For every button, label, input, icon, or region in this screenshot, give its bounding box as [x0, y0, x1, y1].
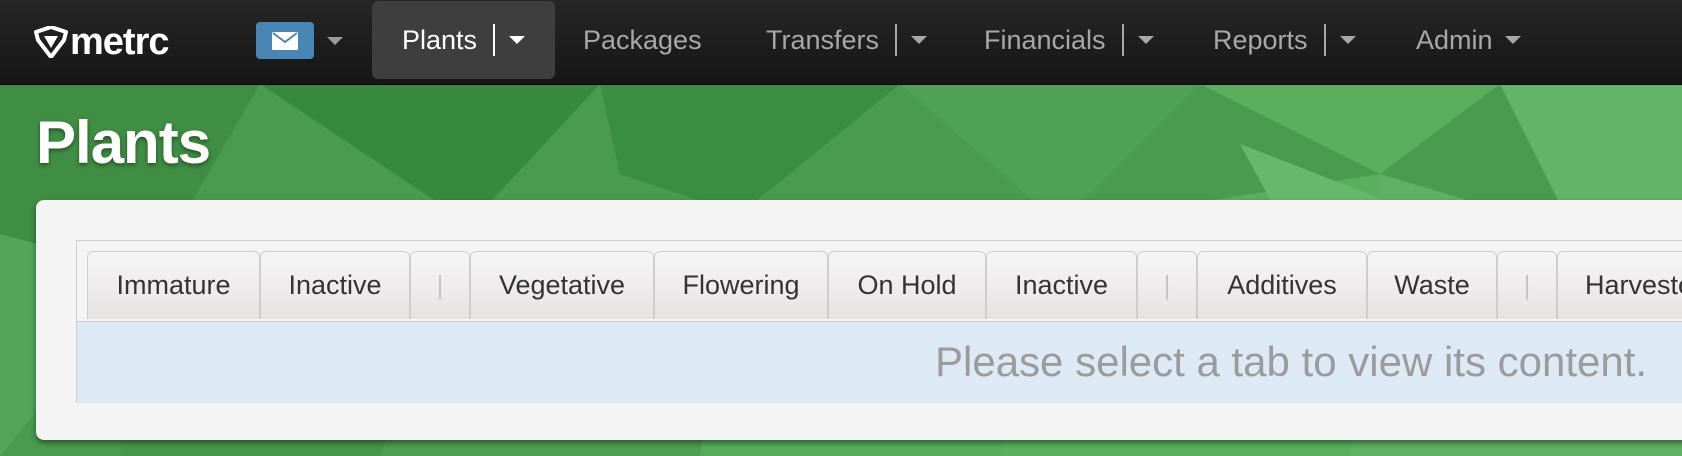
- tab-vegetative[interactable]: Vegetative: [470, 251, 654, 319]
- messages-dropdown-caret-icon[interactable]: [327, 37, 343, 45]
- chevron-down-icon[interactable]: [1504, 36, 1521, 44]
- tab-strip: Immature Inactive | Vegetative Flowering…: [87, 251, 1682, 321]
- tab-inactive-plants[interactable]: Inactive: [986, 251, 1137, 319]
- page-title: Plants: [36, 109, 211, 176]
- tab-waste[interactable]: Waste: [1367, 251, 1497, 319]
- main-panel: Immature Inactive | Vegetative Flowering…: [36, 200, 1682, 440]
- tab-content-area: Please select a tab to view its content.: [77, 322, 1682, 403]
- plants-tabs: Immature Inactive | Vegetative Flowering…: [76, 240, 1682, 403]
- nav-admin[interactable]: Admin: [1416, 0, 1521, 80]
- chevron-down-icon[interactable]: [911, 36, 928, 44]
- top-navbar: metrc Plants Packages Transfers Financia…: [0, 0, 1682, 85]
- nav-plants[interactable]: Plants: [372, 1, 556, 79]
- tab-on-hold[interactable]: On Hold: [828, 251, 986, 319]
- nav-transfers[interactable]: Transfers: [766, 0, 928, 80]
- nav-financials[interactable]: Financials: [984, 0, 1154, 80]
- tab-flowering[interactable]: Flowering: [654, 251, 828, 319]
- nav-plants-label: Plants: [402, 24, 478, 55]
- shield-logo-icon: [34, 26, 68, 58]
- nav-divider: [1323, 24, 1326, 56]
- chevron-down-icon[interactable]: [509, 36, 526, 44]
- empty-tab-message: Please select a tab to view its content.: [935, 338, 1648, 385]
- nav-admin-label: Admin: [1416, 24, 1493, 55]
- nav-packages-label: Packages: [583, 24, 702, 55]
- nav-reports-label: Reports: [1213, 24, 1308, 55]
- chevron-down-icon[interactable]: [1137, 36, 1154, 44]
- envelope-icon: [272, 31, 298, 50]
- nav-transfers-label: Transfers: [766, 24, 880, 55]
- chevron-down-icon[interactable]: [1339, 36, 1356, 44]
- tab-immature[interactable]: Immature: [87, 251, 260, 319]
- nav-reports[interactable]: Reports: [1213, 0, 1356, 80]
- messages-button[interactable]: [256, 22, 314, 59]
- tab-separator: |: [410, 251, 470, 319]
- nav-divider: [1121, 24, 1124, 56]
- metrc-logo[interactable]: metrc: [34, 22, 169, 62]
- nav-financials-label: Financials: [984, 24, 1106, 55]
- tab-harvested[interactable]: Harvested: [1557, 251, 1682, 319]
- nav-divider: [493, 24, 496, 56]
- tab-separator: |: [1137, 251, 1197, 319]
- logo-text: metrc: [70, 21, 169, 63]
- tab-separator: |: [1497, 251, 1557, 319]
- tab-inactive-immature[interactable]: Inactive: [260, 251, 410, 319]
- nav-divider: [895, 24, 898, 56]
- tab-additives[interactable]: Additives: [1197, 251, 1367, 319]
- nav-packages[interactable]: Packages: [583, 0, 702, 80]
